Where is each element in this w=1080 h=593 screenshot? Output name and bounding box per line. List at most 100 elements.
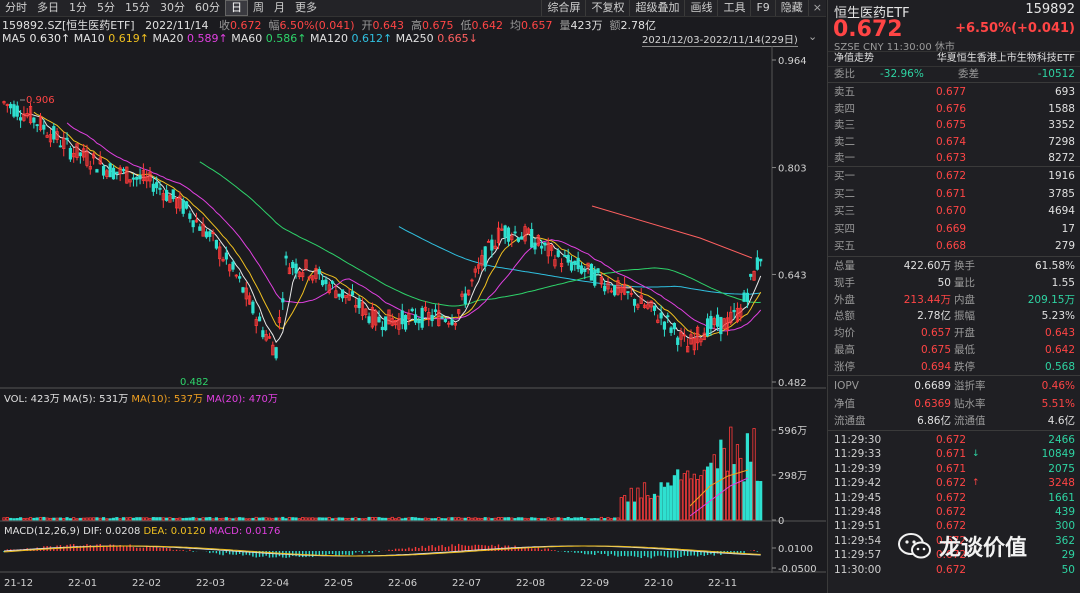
candle-body [662, 321, 667, 330]
candle-body [413, 314, 418, 323]
price-axis-label: 0.803 [778, 164, 807, 175]
ask-price: 0.674 [936, 135, 967, 148]
volume-bar [699, 475, 703, 521]
vol-axis-label: 0 [778, 516, 784, 527]
close-icon[interactable]: × [807, 0, 826, 16]
volume-bar [301, 517, 305, 521]
period-tab-1[interactable]: 多日 [32, 0, 64, 16]
stat-row: 总额 2.78亿 振幅 5.23% [828, 308, 1080, 324]
volume-bar [354, 517, 358, 521]
stat-label: 外盘 [834, 293, 855, 306]
stat-label: 现手 [834, 276, 855, 289]
toolbar-button-0[interactable]: 综合屏 [541, 0, 585, 16]
candle-body [483, 246, 487, 267]
volume-bar [85, 517, 89, 521]
etf-label: IOPV [834, 380, 859, 392]
price-axis-label: 0.964 [778, 56, 807, 67]
date-axis-label: 21-12 [4, 578, 33, 589]
toolbar-button-5[interactable]: F9 [750, 0, 774, 16]
volume-bar [221, 517, 225, 521]
ask-row: 卖二 0.674 7298 [828, 134, 1080, 150]
candle-body [330, 281, 335, 284]
period-tab-10[interactable]: 更多 [290, 0, 322, 16]
ma-label-1: MA10 [73, 32, 109, 45]
period-tab-0[interactable]: 分时 [0, 0, 32, 16]
period-tab-3[interactable]: 5分 [92, 0, 120, 16]
period-tab-8[interactable]: 周 [248, 0, 269, 16]
candle-body [719, 316, 723, 335]
volume-bar [72, 517, 76, 521]
chevron-down-icon[interactable]: ⌄ [808, 30, 817, 43]
volume-bar [546, 517, 550, 521]
open-value: 0.643 [372, 19, 405, 32]
ma-value-2: 0.589↑ [186, 32, 228, 45]
toolbar-button-4[interactable]: 工具 [717, 0, 750, 16]
etf-label: 溢折率 [954, 380, 986, 392]
ask-price: 0.673 [936, 152, 967, 164]
stat-value: 5.23% [1041, 310, 1075, 323]
stat-row: 均价 0.657 开盘 0.643 [828, 325, 1080, 341]
nav-row[interactable]: 净值走势 华夏恒生香港上市生物科技ETF [828, 51, 1080, 67]
period-tab-6[interactable]: 60分 [190, 0, 225, 16]
volume-bar [516, 517, 521, 521]
volume-bar [218, 518, 222, 521]
ask-label: 卖五 [834, 86, 855, 98]
volume-bar [387, 517, 391, 521]
date-range[interactable]: 2021/12/03-2022/11/14(229日) [642, 31, 798, 47]
candle-body [65, 137, 69, 140]
volume-bar [121, 517, 126, 521]
stat-label: 内盘 [954, 293, 975, 306]
ma-value-5: 0.665↓ [437, 32, 478, 45]
high-annotation: 0.906 [26, 95, 55, 106]
volume-bar [619, 497, 623, 521]
volume-bar [759, 481, 763, 521]
candle-body [503, 225, 507, 238]
volume-bar [241, 517, 245, 521]
etf-value: 6.86亿 [917, 415, 951, 427]
volume-bar [413, 517, 418, 521]
candle-body [261, 330, 265, 338]
volume-bar [682, 473, 686, 521]
volume-bar [443, 518, 447, 521]
volume-bar [549, 518, 554, 521]
candle-body [15, 105, 19, 117]
candle-body [181, 199, 185, 214]
candle-body [433, 309, 438, 312]
weibi-row: 委比 -32.96% 委差 -10512 [834, 68, 1075, 80]
period-tab-4[interactable]: 15分 [120, 0, 155, 16]
quote-panel: 恒生医药ETF 159892 0.672 +6.50%(+0.041) SZSE… [827, 0, 1080, 593]
etf-value: 5.51% [1041, 397, 1075, 410]
tick-price: 0.672 [936, 563, 967, 576]
nav-trend-label[interactable]: 净值走势 [834, 52, 874, 66]
etf-row: IOPV 0.6689 溢折率 0.46% [828, 378, 1080, 394]
volume-bar [92, 517, 96, 521]
low-annotation: 0.482 [180, 377, 209, 388]
volume-bar [506, 517, 511, 521]
volume-bar [722, 447, 726, 521]
candle-body [410, 308, 414, 312]
period-tab-9[interactable]: 月 [269, 0, 290, 16]
kline-chart[interactable]: 0.964 0.803 0.643 0.482 0.906 0.482 VOL: 423万 … [0, 46, 826, 593]
volume-bar [629, 487, 633, 521]
period-tab-7[interactable]: 日 [225, 0, 248, 16]
stat-row: 最高 0.675 最低 0.642 [828, 342, 1080, 358]
volume-bar [705, 466, 710, 521]
volume-bar [423, 517, 428, 521]
macd-header-item: MACD(12,26,9) [4, 526, 83, 537]
toolbar-button-2[interactable]: 超级叠加 [629, 0, 684, 16]
candle-body [9, 103, 13, 109]
period-tab-2[interactable]: 1分 [64, 0, 92, 16]
volume-bar [540, 518, 544, 521]
period-tab-5[interactable]: 30分 [155, 0, 190, 16]
toolbar-button-1[interactable]: 不复权 [585, 0, 629, 16]
volume-bar [626, 501, 630, 521]
candle-body [214, 239, 219, 249]
toolbar-button-6[interactable]: 隐藏 [774, 0, 808, 16]
high-value: 0.675 [422, 19, 454, 32]
candle-body [340, 289, 345, 299]
volume-bar [609, 518, 613, 521]
date-axis-label: 22-09 [580, 578, 609, 589]
toolbar-button-3[interactable]: 画线 [684, 0, 717, 16]
ma-label-5: MA250 [395, 32, 438, 45]
volume-bar [520, 517, 524, 521]
